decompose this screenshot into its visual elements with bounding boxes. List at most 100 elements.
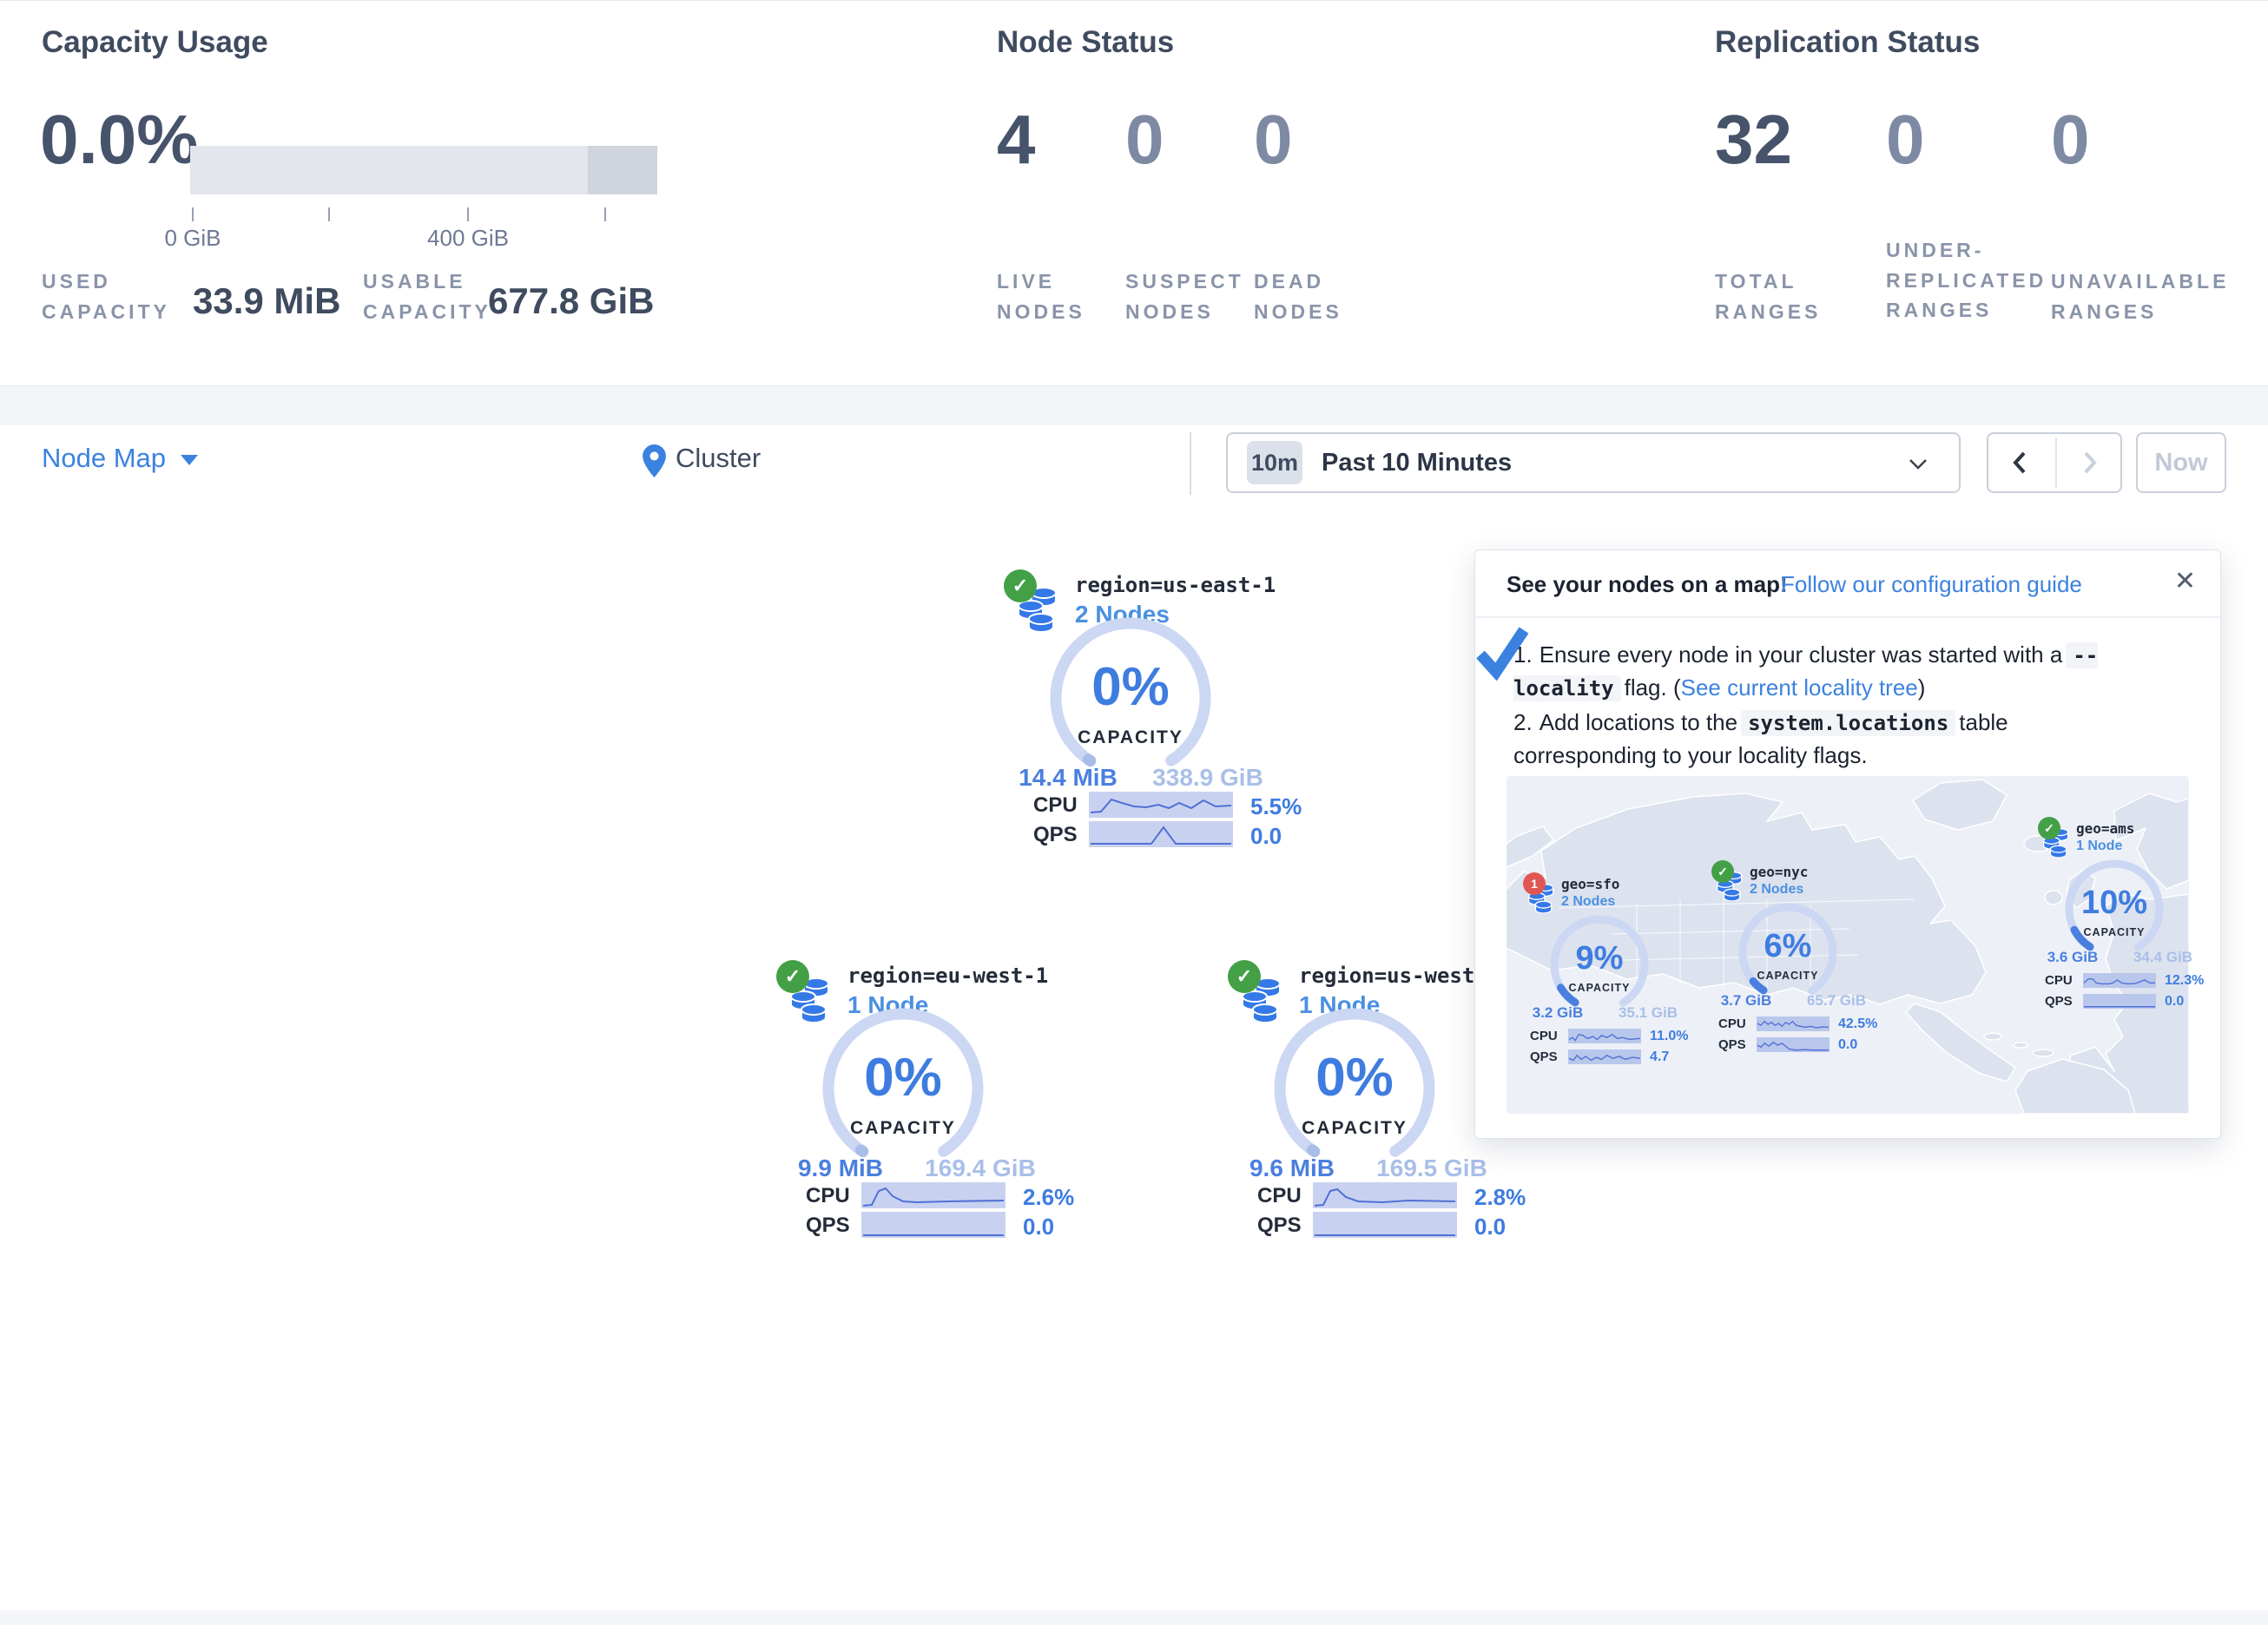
capacity-reserved-segment: [588, 146, 657, 194]
chevron-down-icon: [1909, 458, 1928, 470]
cpu-value: 42.5%: [1838, 1016, 1877, 1032]
qps-label: QPS: [1530, 1049, 1558, 1064]
qps-label: QPS: [806, 1214, 850, 1238]
healthy-status-icon: ✓: [1711, 860, 1734, 883]
healthy-status-icon: ✓: [2038, 817, 2060, 839]
locality-name: geo=sfo: [1561, 876, 1619, 892]
qps-value: 0.0: [1474, 1214, 1506, 1240]
healthy-status-icon: ✓: [1004, 569, 1037, 602]
close-icon[interactable]: ✕: [2174, 566, 2196, 596]
qps-label: QPS: [1033, 823, 1078, 847]
capacity-usage-title: Capacity Usage: [42, 25, 268, 60]
time-range-badge: 10m: [1247, 441, 1302, 484]
capacity-usable: 34.4 GiB: [2114, 949, 2212, 966]
capacity-usable: 65.7 GiB: [1788, 992, 1885, 1010]
step-text: Add locations to the: [1539, 709, 1737, 735]
node-map-canvas: ✓ region=us-east-1 2 Nodes 0% CAPACITY 1…: [0, 502, 2268, 1610]
time-back-button[interactable]: [1988, 434, 2055, 491]
locality-node-count: 1 Node: [2076, 839, 2122, 854]
capacity-usable: 35.1 GiB: [1599, 1004, 1697, 1022]
qps-sparkline: [1313, 1212, 1457, 1238]
qps-metric-row: QPS 4.7: [1523, 1049, 1701, 1065]
map-locality-geo-nyc[interactable]: ✓ geo=nyc 2 Nodes 6% CAPACITY 3.7 GiB 65…: [1711, 859, 1889, 1056]
chevron-left-icon: [2013, 451, 2027, 474]
cpu-value: 2.8%: [1474, 1184, 1526, 1211]
locality-card-us-west-1[interactable]: ✓ region=us-west-1 1 Node 0% CAPACITY 9.…: [1231, 955, 1492, 1243]
live-nodes-count: 4: [997, 103, 1036, 176]
unavailable-count: 0: [2051, 103, 2090, 176]
cpu-value: 11.0%: [1650, 1029, 1688, 1044]
breadcrumb-cluster: Cluster: [676, 443, 761, 474]
qps-label: QPS: [2045, 994, 2073, 1009]
live-nodes-label: LIVE NODES: [997, 266, 1110, 326]
locality-node-count: 2 Nodes: [1561, 894, 1615, 910]
healthy-status-icon: ✓: [1228, 960, 1261, 993]
qps-metric-row: QPS 0.0: [1007, 821, 1268, 849]
cpu-label: CPU: [806, 1184, 850, 1208]
popup-title: See your nodes on a map!: [1507, 571, 1788, 598]
step-text: Ensure every node in your cluster was st…: [1539, 641, 2063, 668]
cpu-sparkline: [2083, 973, 2156, 988]
qps-sparkline: [2083, 994, 2156, 1009]
under-replicated-count: 0: [1886, 103, 1925, 176]
cpu-value: 5.5%: [1250, 793, 1302, 820]
config-step-1: 1.Ensure every node in your cluster was …: [1513, 639, 2144, 705]
cpu-metric-row: CPU 2.6%: [780, 1182, 1040, 1210]
step-text: ): [1918, 674, 1926, 701]
popup-divider: [1475, 616, 2220, 618]
configuration-guide-link[interactable]: Follow our configuration guide: [1781, 571, 2082, 598]
capacity-label: CAPACITY: [1044, 727, 1217, 748]
time-step-buttons: [1987, 432, 2122, 493]
cpu-metric-row: CPU 5.5%: [1007, 792, 1268, 819]
axis-tick: [192, 207, 194, 221]
capacity-label: CAPACITY: [1268, 1118, 1441, 1139]
axis-tick: [467, 207, 469, 221]
step-number: 2.: [1513, 709, 1533, 735]
capacity-usable: 169.4 GiB: [912, 1155, 1049, 1182]
dead-nodes-label: DEAD NODES: [1254, 266, 1371, 326]
qps-value: 4.7: [1650, 1049, 1669, 1065]
locality-node-count: 2 Nodes: [1750, 882, 1803, 898]
capacity-usable: 338.9 GiB: [1139, 764, 1276, 792]
locality-tree-link[interactable]: See current locality tree: [1681, 674, 1918, 701]
cpu-metric-row: CPU 2.8%: [1231, 1182, 1492, 1210]
qps-sparkline: [861, 1212, 1005, 1238]
dead-nodes-count: 0: [1254, 103, 1293, 176]
cpu-sparkline: [861, 1182, 1005, 1208]
qps-sparkline: [1089, 821, 1233, 847]
node-status-title: Node Status: [997, 25, 1174, 60]
replication-status-title: Replication Status: [1715, 25, 1980, 60]
time-range-label: Past 10 Minutes: [1322, 434, 1512, 491]
now-button-label: Now: [2138, 434, 2225, 491]
qps-value: 0.0: [1023, 1214, 1054, 1240]
time-range-select[interactable]: 10m Past 10 Minutes: [1226, 432, 1961, 493]
capacity-used: 9.9 MiB: [780, 1155, 901, 1182]
cpu-metric-row: CPU 12.3%: [2038, 973, 2216, 989]
check-icon: ✓: [1012, 575, 1028, 597]
location-pin-icon: [643, 444, 666, 477]
cpu-label: CPU: [1530, 1029, 1558, 1043]
axis-tick: [328, 207, 330, 221]
capacity-label: CAPACITY: [816, 1118, 990, 1139]
now-button[interactable]: Now: [2136, 432, 2226, 493]
qps-value: 0.0: [1838, 1037, 1857, 1053]
capacity-usage-percent: 0.0%: [40, 103, 198, 176]
capacity-used: 14.4 MiB: [1007, 764, 1129, 792]
capacity-label: CAPACITY: [1546, 982, 1653, 994]
capacity-used: 3.7 GiB: [1704, 992, 1788, 1010]
locality-card-us-east-1[interactable]: ✓ region=us-east-1 2 Nodes 0% CAPACITY 1…: [1007, 564, 1268, 852]
qps-value: 0.0: [1250, 823, 1282, 850]
usable-capacity-value: 677.8 GiB: [488, 280, 654, 322]
locality-card-eu-west-1[interactable]: ✓ region=eu-west-1 1 Node 0% CAPACITY 9.…: [780, 955, 1040, 1243]
time-forward-button[interactable]: [2057, 434, 2124, 491]
qps-metric-row: QPS 0.0: [2038, 994, 2216, 1010]
suspect-nodes-count: 0: [1125, 103, 1164, 176]
locality-name: geo=nyc: [1750, 864, 1808, 880]
map-locality-geo-sfo[interactable]: 1 geo=sfo 2 Nodes 9% CAPACITY 3.2 GiB 35…: [1523, 871, 1701, 1069]
locality-name: geo=ams: [2076, 820, 2134, 837]
node-map-dropdown[interactable]: Node Map: [42, 443, 166, 474]
map-locality-geo-ams[interactable]: ✓ geo=ams 1 Node 10% CAPACITY 3.6 GiB 34…: [2038, 815, 2216, 1013]
cpu-metric-row: CPU 11.0%: [1523, 1029, 1701, 1044]
used-capacity-value: 33.9 MiB: [193, 280, 340, 322]
axis-tick: [604, 207, 606, 221]
